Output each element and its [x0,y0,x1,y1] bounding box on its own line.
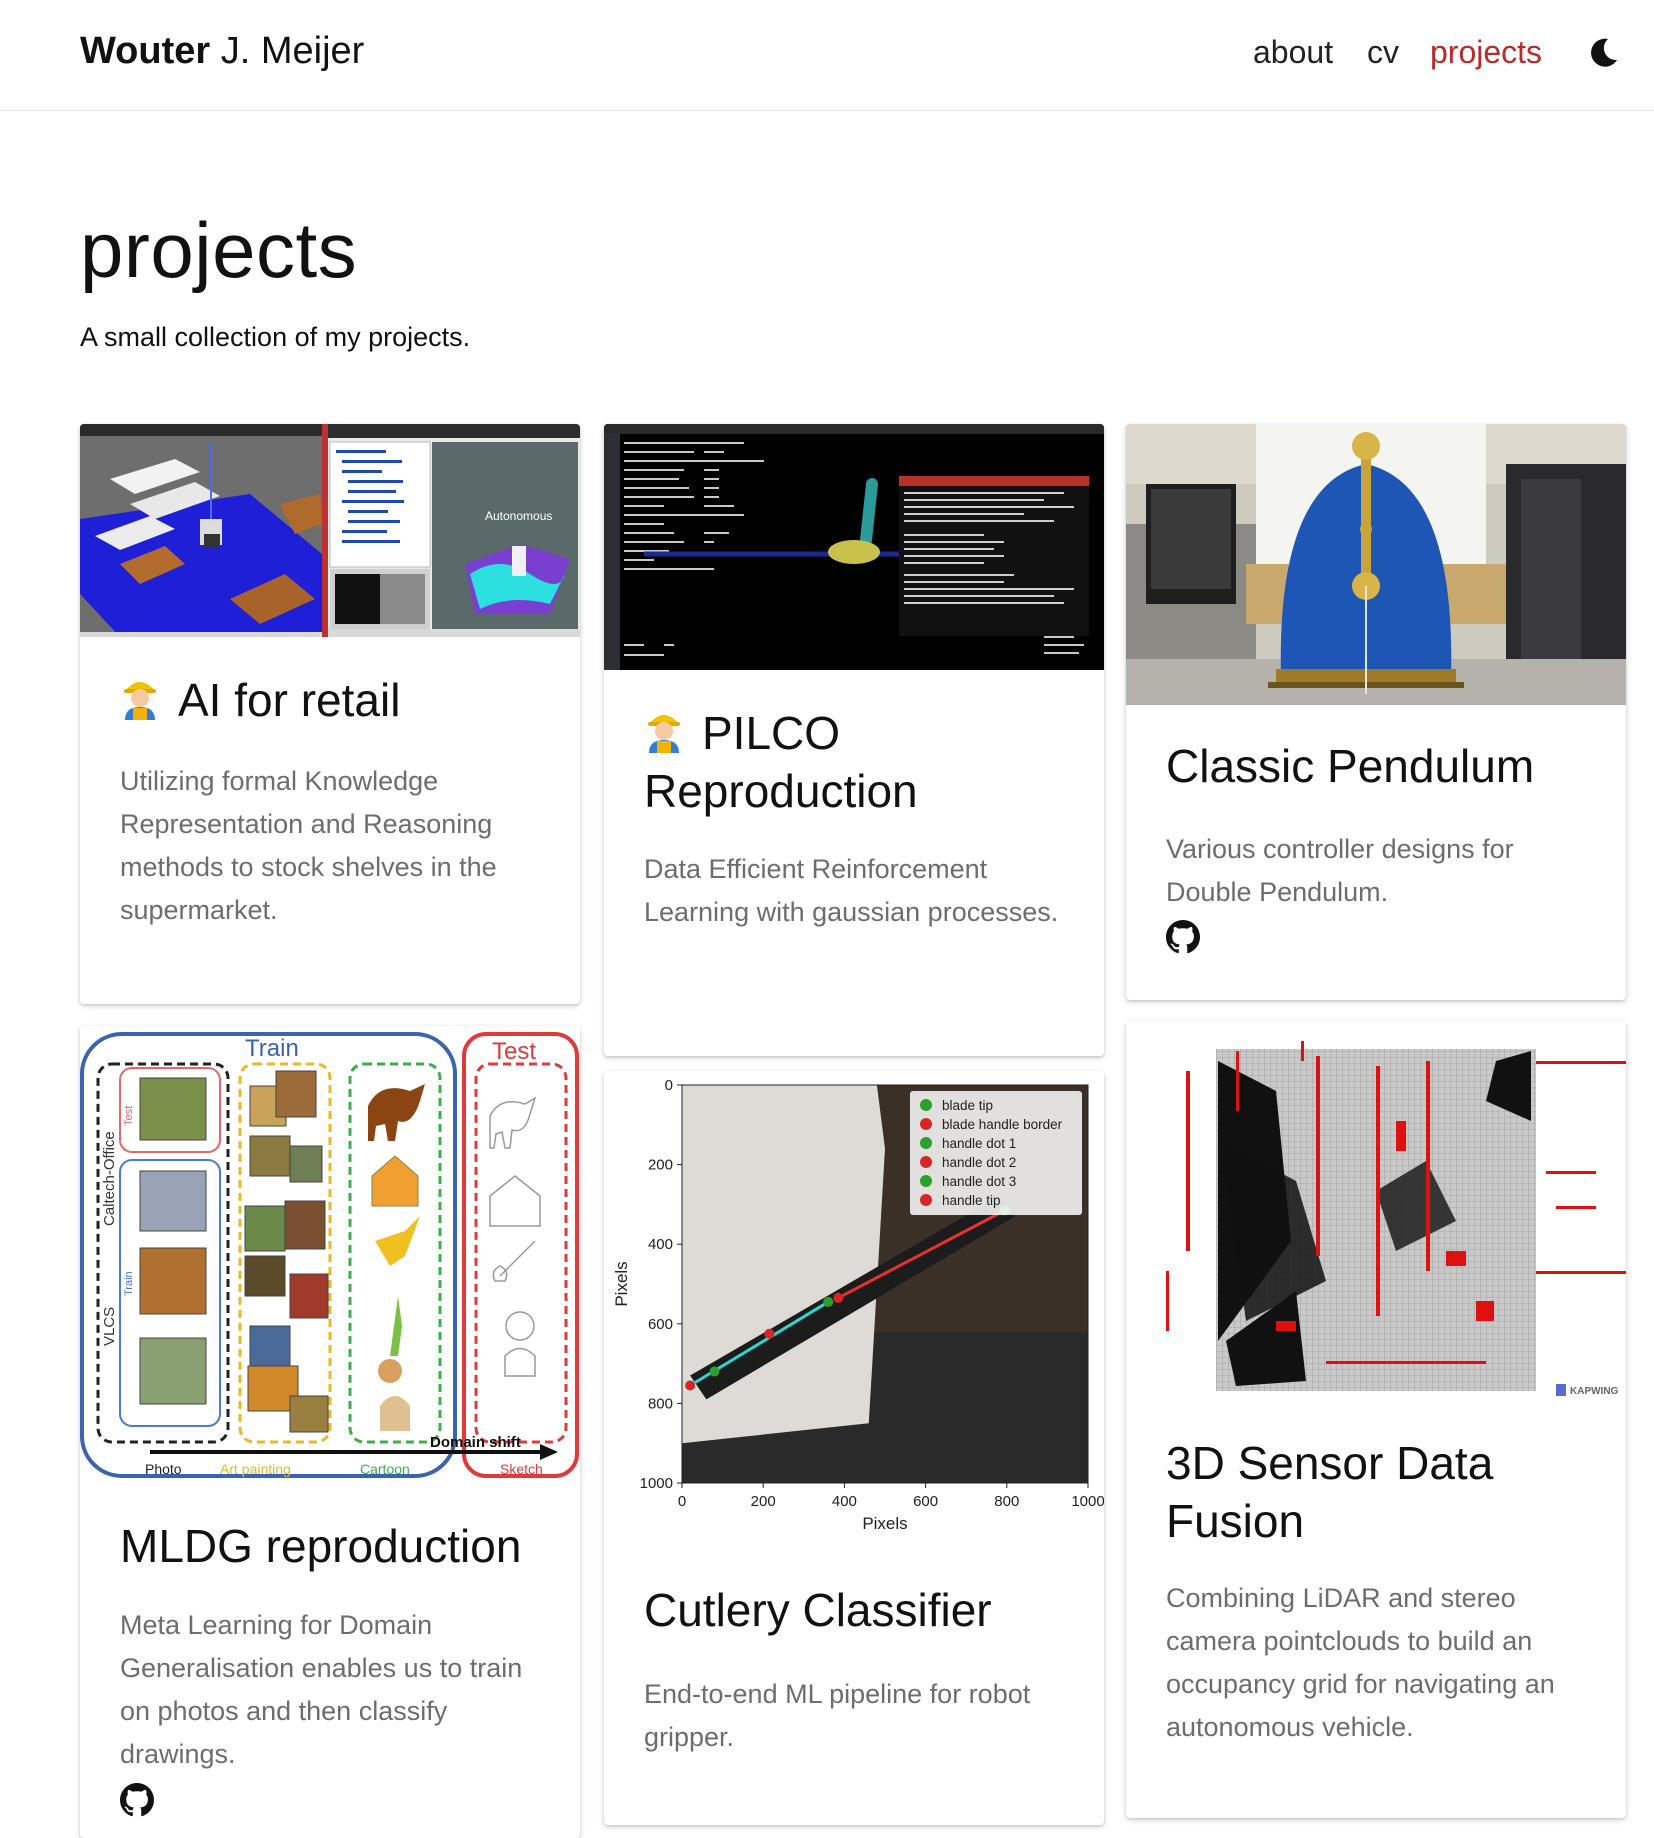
domain-cartoon-label: Cartoon [360,1461,410,1477]
nav-projects[interactable]: projects [1430,34,1542,71]
project-title: MLDG reproduction [120,1520,522,1572]
chart-y-tick-label: 800 [648,1395,673,1412]
legend-marker [920,1156,932,1168]
legend-label: handle tip [942,1193,1001,1208]
project-description: Meta Learning for Domain Generalisation … [120,1610,523,1769]
project-title-text: AI for retail [178,674,401,726]
legend-label: blade tip [942,1098,993,1113]
brand-first-name: Wouter [80,30,211,72]
page-title: projects [80,206,358,294]
chart-y-tick-label: 200 [648,1157,673,1174]
chart-x-tick-label: 200 [751,1493,776,1510]
project-title: PILCO Reproduction [644,704,1084,820]
chart-y-tick-label: 1000 [640,1475,673,1492]
legend-marker [920,1175,932,1187]
ai-retail-thumbnail: Autonomous [80,424,580,637]
legend-marker [920,1137,932,1149]
chart-x-axis-label: Pixels [862,1514,907,1533]
legend-marker [920,1118,932,1130]
keypoint-blade-handle-border [833,1292,844,1303]
pilco-thumbnail [604,424,1104,670]
nav-cv[interactable]: cv [1367,34,1399,71]
moon-icon[interactable] [1586,36,1620,70]
project-description: Utilizing formal Knowledge Representatio… [120,766,497,925]
construction-worker-emoji [124,682,156,720]
keypoint-handle-dot-2 [764,1328,775,1339]
legend-label: handle dot 3 [942,1174,1016,1189]
github-icon[interactable] [1166,920,1200,954]
chart-x-tick-label: 1000 [1071,1493,1104,1510]
domain-art-label: Art painting [220,1461,291,1477]
project-title: Cutlery Classifier [644,1584,992,1636]
project-card-ai-for-retail[interactable]: Autonomous AI for retail Utilizing forma… [80,424,580,1004]
legend-label: blade handle border [942,1117,1063,1132]
project-description: End-to-end ML pipeline for robot gripper… [644,1679,1031,1752]
nav-about[interactable]: about [1253,34,1333,71]
project-description: Data Efficient Reinforcement Learning wi… [644,854,1059,927]
navbar: Wouter J. Meijer about cv projects [0,0,1654,111]
project-card-pilco-reproduction[interactable]: PILCO Reproduction Data Efficient Reinfo… [604,424,1104,1056]
test-label: Test [492,1038,536,1065]
kapwing-watermark: KAPWING [1570,1386,1619,1397]
autonomous-label: Autonomous [485,509,552,523]
chart-x-tick-label: 0 [678,1493,686,1510]
project-title: Classic Pendulum [1166,740,1535,792]
pendulum-thumbnail [1126,424,1626,705]
keypoint-handle-tip [685,1380,696,1391]
chart-y-tick-label: 600 [648,1316,673,1333]
domain-photo-label: Photo [145,1461,182,1477]
keypoint-handle-dot-3 [709,1366,720,1377]
legend-label: handle dot 1 [942,1136,1016,1151]
test-sublabel: Test [123,1106,135,1126]
cutlery-chart: 0 200 400 600 800 1000 0 200 400 600 800 1000 blade … [604,1071,1104,1541]
project-description: Various controller designs for Double Pe… [1166,834,1514,907]
chart-x-tick-label: 600 [913,1493,938,1510]
chart-x-tick-label: 400 [832,1493,857,1510]
chart-y-axis-label: Pixels [612,1261,631,1306]
chart-y-tick-label: 400 [648,1236,673,1253]
legend-label: handle dot 2 [942,1155,1016,1170]
train-sublabel: Train [123,1271,135,1296]
project-card-mldg-reproduction[interactable]: Train Test Caltech-Office VLCS Test Trai… [80,1026,580,1838]
project-title: 3D Sensor Data Fusion [1166,1437,1494,1547]
legend-marker [920,1194,932,1206]
chart-y-tick-label: 0 [665,1077,673,1094]
caltech-office-label: Caltech-Office [101,1131,118,1226]
train-label: Train [245,1035,299,1062]
occupancy-grid-thumbnail: KAPWING [1126,1021,1626,1409]
project-description: Combining LiDAR and stereo camera pointc… [1166,1583,1555,1742]
github-icon[interactable] [120,1783,154,1817]
legend-marker [920,1099,932,1111]
project-card-cutlery-classifier[interactable]: 0 200 400 600 800 1000 0 200 400 600 800 1000 blade … [604,1071,1104,1825]
vlcs-label: VLCS [101,1307,118,1346]
project-card-3d-sensor-data-fusion[interactable]: KAPWING 3D Sensor Data Fusion Combining … [1126,1021,1626,1818]
page-description: A small collection of my projects. [80,322,471,352]
project-title-text: PILCO Reproduction [644,707,918,817]
mldg-thumbnail: Train Test Caltech-Office VLCS Test Trai… [80,1026,580,1482]
construction-worker-emoji [648,715,680,753]
site-brand[interactable]: Wouter J. Meijer [80,30,364,73]
project-card-classic-pendulum[interactable]: Classic Pendulum Various controller desi… [1126,424,1626,1000]
keypoint-handle-dot-1 [823,1296,834,1307]
project-title: AI for retail [120,671,400,729]
domain-shift-label: Domain shift [430,1434,521,1451]
domain-sketch-label: Sketch [500,1461,543,1477]
brand-last-name: J. Meijer [210,30,365,72]
chart-x-tick-label: 800 [994,1493,1019,1510]
